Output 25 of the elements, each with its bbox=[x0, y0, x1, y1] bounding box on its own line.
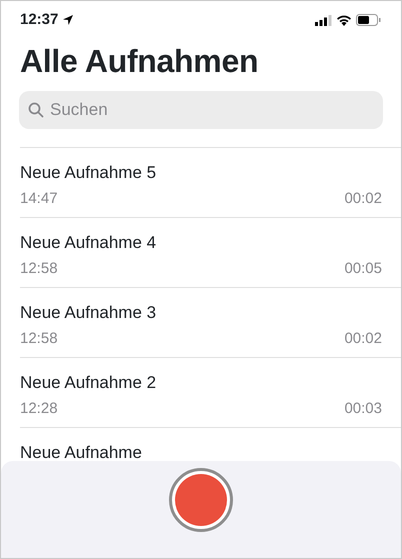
wifi-icon bbox=[336, 14, 352, 26]
recording-name: Neue Aufnahme 2 bbox=[20, 372, 158, 394]
signal-icon bbox=[315, 14, 332, 26]
search-field[interactable]: Suchen bbox=[19, 91, 383, 129]
location-arrow-icon bbox=[62, 14, 74, 26]
recording-name: Neue Aufnahme 3 bbox=[20, 302, 158, 324]
recording-duration: 00:02 bbox=[344, 329, 382, 349]
recording-row[interactable]: Neue Aufnahme 5 14:47 00:02 bbox=[20, 148, 401, 218]
recording-row[interactable]: Neue Aufnahme 3 12:58 00:02 bbox=[20, 288, 401, 358]
recording-duration: 00:03 bbox=[344, 399, 382, 419]
battery-icon bbox=[356, 14, 381, 26]
recording-date: 12:58 bbox=[20, 259, 58, 279]
recording-duration: 00:02 bbox=[344, 189, 382, 209]
recording-row[interactable]: Neue Aufnahme bbox=[20, 428, 401, 464]
page-title: Alle Aufnahmen bbox=[20, 42, 260, 81]
recording-duration: 00:05 bbox=[344, 259, 382, 279]
recording-name: Neue Aufnahme 4 bbox=[20, 232, 158, 254]
recording-date: 12:28 bbox=[20, 399, 58, 419]
recording-row[interactable]: Neue Aufnahme 4 12:58 00:05 bbox=[20, 218, 401, 288]
recording-name: Neue Aufnahme bbox=[20, 442, 143, 464]
recording-date: 14:47 bbox=[20, 189, 58, 209]
recording-name: Neue Aufnahme 5 bbox=[20, 162, 158, 184]
recording-row[interactable]: Neue Aufnahme 2 12:28 00:03 bbox=[20, 358, 401, 428]
clock-time: 12:37 bbox=[20, 10, 58, 30]
recording-date: 12:58 bbox=[20, 329, 58, 349]
